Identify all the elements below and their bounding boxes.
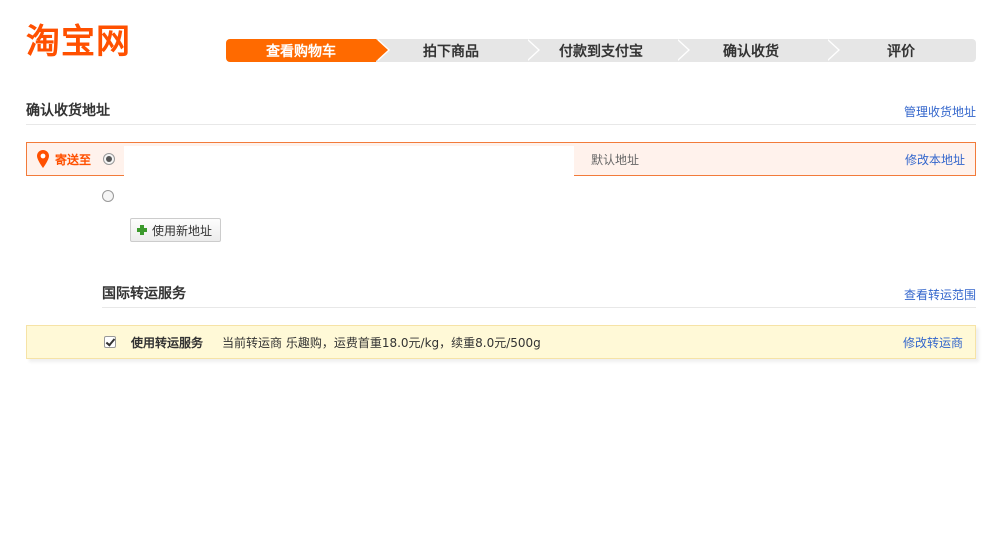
taobao-logo[interactable]: 淘宝网 [26,22,168,62]
location-pin-icon [37,150,49,168]
plus-icon [137,225,147,235]
ship-to-text: 寄送至 [55,152,92,167]
use-new-address-button[interactable]: 使用新地址 [130,218,222,242]
address-detail [124,146,574,176]
step-place-order: 拍下商品 [376,39,540,62]
transfer-section-title: 国际转运服务 [102,286,186,302]
use-transfer-label: 使用转运服务 [131,335,204,350]
address-section-title: 确认收货地址 [26,103,110,119]
step-review: 评价 [826,39,976,62]
use-new-address-label: 使用新地址 [152,223,213,238]
use-transfer-checkbox[interactable] [104,336,116,348]
edit-address-link[interactable]: 修改本地址 [905,143,965,175]
address-section-header: 确认收货地址 管理收货地址 [26,100,976,125]
step-label: 拍下商品 [423,43,479,60]
step-label: 确认收货 [723,43,779,60]
ship-to-label: 寄送至 [37,143,91,175]
step-label: 查看购物车 [266,43,336,60]
step-label: 评价 [887,43,915,60]
transfer-carrier-info: 当前转运商 乐趣购，运费首重18.0元/kg，续重8.0元/500g [222,335,541,350]
manage-addresses-link[interactable]: 管理收货地址 [904,103,976,120]
view-transfer-range-link[interactable]: 查看转运范围 [904,286,976,303]
transfer-section-header: 国际转运服务 查看转运范围 [102,283,976,308]
step-confirm-receipt: 确认收货 [676,39,840,62]
address-radio-selected[interactable] [103,153,115,165]
logo-text: 淘宝网 [26,22,131,62]
change-carrier-link[interactable]: 修改转运商 [903,326,963,358]
new-address-radio[interactable] [102,190,114,202]
step-label: 付款到支付宝 [559,43,643,60]
default-address-row[interactable]: 寄送至 默认地址 修改本地址 [26,142,976,176]
default-address-label: 默认地址 [591,152,640,167]
step-view-cart: 查看购物车 [226,39,390,62]
transfer-service-row: 使用转运服务 当前转运商 乐趣购，运费首重18.0元/kg，续重8.0元/500… [26,325,976,359]
checkout-progress-steps: 查看购物车 拍下商品 付款到支付宝 确认收货 评价 [226,39,976,62]
step-pay-alipay: 付款到支付宝 [526,39,690,62]
